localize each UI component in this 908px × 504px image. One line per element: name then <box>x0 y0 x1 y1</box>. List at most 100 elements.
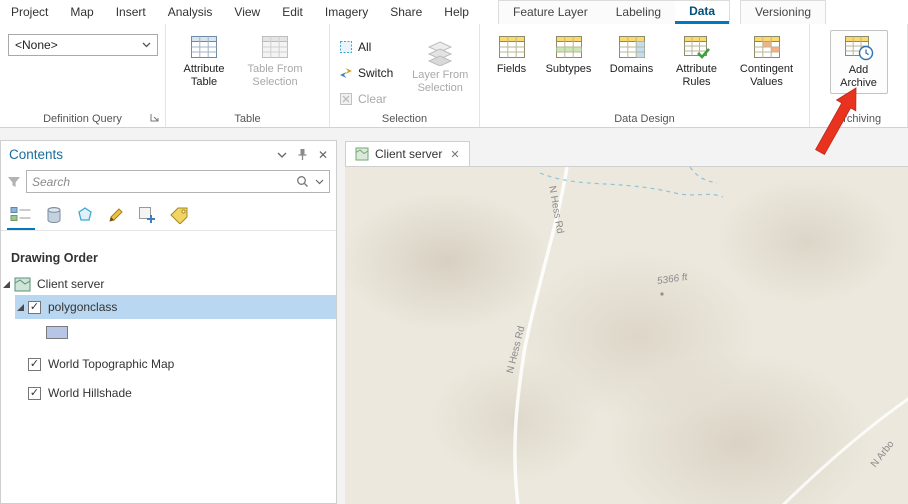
fields-icon <box>498 36 525 58</box>
select-all-button[interactable]: All <box>336 36 407 58</box>
subtypes-button[interactable]: Subtypes <box>540 30 598 93</box>
map-linework <box>513 167 908 504</box>
table-from-selection-button[interactable]: Table From Selection <box>238 30 312 93</box>
map-view[interactable]: N Hess Rd N Hess Rd 5366 ft N Arbo <box>345 166 908 504</box>
group-definition-query: <None> Definition Query <box>0 24 166 127</box>
pin-icon[interactable] <box>297 148 308 161</box>
clear-selection-button[interactable]: Clear <box>336 88 407 110</box>
drawing-order-heading: Drawing Order <box>11 251 98 265</box>
fields-label: Fields <box>496 63 527 75</box>
tab-labeling[interactable]: Labeling <box>602 1 675 24</box>
chevron-down-icon[interactable] <box>315 179 324 185</box>
menu-insert[interactable]: Insert <box>105 0 157 24</box>
attribute-rules-button[interactable]: Attribute Rules <box>666 30 728 93</box>
add-archive-button[interactable]: Add Archive <box>829 30 888 94</box>
layer-label[interactable]: World Topographic Map <box>48 357 174 371</box>
layer-row-polygonclass[interactable]: ✓ polygonclass <box>15 295 336 319</box>
clear-selection-icon <box>340 93 352 105</box>
menu-share[interactable]: Share <box>379 0 433 24</box>
list-by-drawing-order-icon[interactable] <box>7 204 35 230</box>
feature-layer-tab-group: Feature Layer Labeling Data <box>498 0 731 24</box>
subtypes-label: Subtypes <box>545 63 592 75</box>
tab-versioning[interactable]: Versioning <box>741 1 825 24</box>
layer-label[interactable]: polygonclass <box>48 300 117 314</box>
contents-header: Contents ✕ <box>1 141 336 168</box>
contingent-values-label: Contingent Values <box>739 63 794 88</box>
layer-checkbox[interactable]: ✓ <box>28 300 41 314</box>
add-archive-icon <box>844 36 873 61</box>
dialog-launcher-icon[interactable] <box>149 112 161 124</box>
switch-selection-button[interactable]: Switch <box>336 62 407 84</box>
polygon-symbol-swatch[interactable] <box>46 325 68 339</box>
map-tab-label: Client server <box>375 147 443 161</box>
domains-button[interactable]: Domains <box>601 30 663 93</box>
map-tab-bar: Client server ✕ <box>345 140 908 166</box>
contents-toolbar <box>1 197 336 231</box>
contingent-values-button[interactable]: Contingent Values <box>731 30 803 93</box>
attribute-table-button[interactable]: Attribute Table <box>172 30 236 93</box>
search-icon[interactable] <box>296 175 309 188</box>
menu-view[interactable]: View <box>223 0 271 24</box>
close-icon[interactable]: ✕ <box>450 148 459 161</box>
layer-label[interactable]: Client server <box>37 277 104 291</box>
layer-from-selection-button[interactable]: Layer From Selection <box>407 36 473 110</box>
attribute-table-icon <box>191 36 217 58</box>
definition-query-select[interactable]: <None> <box>8 34 158 56</box>
list-by-data-source-icon[interactable] <box>42 204 66 230</box>
table-from-selection-icon <box>262 36 288 58</box>
menu-project[interactable]: Project <box>0 0 59 24</box>
expander-icon[interactable] <box>17 303 24 311</box>
contents-panel: Contents ✕ Search Drawing Order Client s… <box>0 140 337 504</box>
list-by-labeling-icon[interactable] <box>166 204 192 230</box>
layer-from-selection-icon <box>428 41 453 66</box>
attribute-table-label: Attribute Table <box>183 63 225 88</box>
layer-label[interactable]: World Hillshade <box>48 386 132 400</box>
chevron-down-icon <box>142 42 151 48</box>
menu-imagery[interactable]: Imagery <box>314 0 379 24</box>
contingent-values-icon <box>753 36 780 58</box>
clear-selection-label: Clear <box>358 92 387 106</box>
select-all-icon <box>340 41 352 53</box>
group-selection: All Switch Clear Layer From Selection Se… <box>330 24 480 127</box>
group-data-design: Fields Subtypes Domains Attribute Rules … <box>480 24 810 127</box>
menu-analysis[interactable]: Analysis <box>157 0 224 24</box>
map-icon <box>355 147 369 161</box>
select-all-label: All <box>358 40 372 54</box>
expander-icon[interactable] <box>3 280 10 288</box>
definition-query-value: <None> <box>15 38 58 52</box>
chevron-down-icon[interactable] <box>277 152 287 158</box>
symbol-row-polygonclass <box>1 322 336 342</box>
attribute-rules-label: Attribute Rules <box>676 63 717 88</box>
map-dock: Client server ✕ N Hess Rd N Hess Rd 5366… <box>345 140 908 504</box>
list-by-snapping-icon[interactable] <box>135 204 159 230</box>
contents-title: Contents <box>9 147 64 162</box>
search-input[interactable] <box>32 174 296 189</box>
menu-map[interactable]: Map <box>59 0 104 24</box>
switch-selection-label: Switch <box>358 66 394 80</box>
menu-edit[interactable]: Edit <box>271 0 314 24</box>
fields-button[interactable]: Fields <box>487 30 537 93</box>
layer-checkbox[interactable]: ✓ <box>28 386 41 400</box>
domains-icon <box>618 36 645 58</box>
map-tab-client-server[interactable]: Client server ✕ <box>345 141 470 166</box>
layer-from-selection-label: Layer From Selection <box>412 69 469 94</box>
layer-row-world-hillshade[interactable]: ✓ World Hillshade <box>1 382 336 404</box>
close-icon[interactable]: ✕ <box>318 148 328 162</box>
list-by-editing-icon[interactable] <box>104 204 128 230</box>
layer-row-world-topographic-map[interactable]: ✓ World Topographic Map <box>1 353 336 375</box>
list-by-selection-icon[interactable] <box>73 204 97 230</box>
group-label-data-design: Data Design <box>614 113 675 125</box>
layer-checkbox[interactable]: ✓ <box>28 357 41 371</box>
contents-search-row <box>1 168 336 197</box>
domains-label: Domains <box>609 63 654 75</box>
subtypes-icon <box>555 36 582 58</box>
table-from-selection-label: Table From Selection <box>247 63 303 88</box>
tab-data[interactable]: Data <box>675 1 730 24</box>
filter-icon[interactable] <box>7 175 21 189</box>
tab-feature-layer[interactable]: Feature Layer <box>499 1 602 24</box>
menu-help[interactable]: Help <box>433 0 480 24</box>
ribbon: <None> Definition Query Attribute Table <box>0 24 908 128</box>
layer-row-client-server[interactable]: Client server <box>1 273 336 295</box>
add-archive-label: Add Archive <box>840 64 877 89</box>
group-label-definition-query: Definition Query <box>43 113 122 125</box>
